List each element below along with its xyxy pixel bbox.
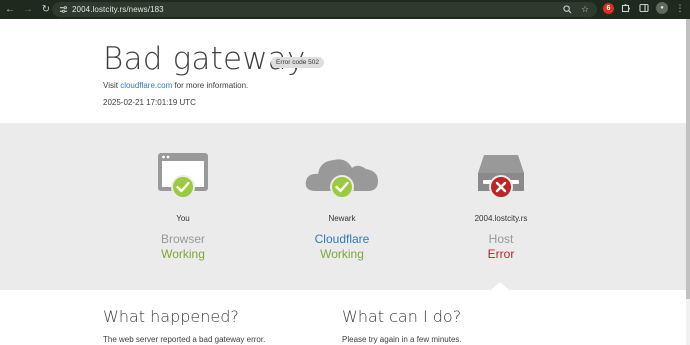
site-info-icon[interactable]: [56, 3, 70, 17]
visit-line: Visit cloudflare.com for more informatio…: [103, 81, 248, 90]
status-location: Newark: [328, 214, 356, 223]
visit-prefix: Visit: [103, 81, 121, 90]
forward-icon[interactable]: →: [20, 2, 36, 18]
what-can-i-do-text: Please try again in a few minutes.: [342, 335, 462, 344]
sidebar-icon[interactable]: [638, 2, 650, 14]
extension-badge-icon[interactable]: 6: [603, 2, 614, 14]
what-happened-text: The web server reported a bad gateway er…: [103, 335, 266, 344]
status-host: 2004.lostcity.rs Host Error: [421, 123, 581, 290]
back-icon[interactable]: ←: [2, 2, 18, 18]
error-header: Bad gateway Error code 502 Visit cloudfl…: [0, 19, 690, 123]
status-browser: You Browser Working: [103, 123, 263, 290]
status-state: Error: [487, 247, 515, 261]
address-bar[interactable]: 2004.lostcity.rs/news/183 ☆: [52, 2, 597, 17]
cloud-icon: [302, 151, 382, 206]
visit-suffix: for more information.: [172, 81, 249, 90]
status-kind: Host: [488, 232, 514, 246]
status-location: 2004.lostcity.rs: [474, 214, 528, 223]
what-can-i-do-heading: What can I do?: [342, 307, 462, 326]
cloudflare-link[interactable]: cloudflare.com: [120, 81, 172, 90]
profile-avatar[interactable]: ●: [656, 2, 668, 14]
error-timestamp: 2025-02-21 17:01:19 UTC: [103, 98, 196, 107]
status-cloudflare: Newark Cloudflare Working: [262, 123, 422, 290]
url-text[interactable]: 2004.lostcity.rs/news/183: [72, 5, 164, 14]
server-icon: [474, 151, 528, 206]
status-kind: Browser: [160, 232, 205, 246]
zoom-icon[interactable]: [561, 3, 573, 15]
status-location: You: [176, 214, 190, 223]
status-kind: Cloudflare: [314, 232, 370, 246]
error-code-badge: Error code 502: [271, 57, 324, 68]
status-band: You Browser Working Newark Cloudflare Wo…: [0, 123, 686, 290]
status-state: Working: [320, 247, 364, 261]
menu-kebab-icon[interactable]: ⋮: [674, 2, 686, 14]
scrollbar-thumb[interactable]: [686, 19, 690, 299]
extensions-puzzle-icon[interactable]: [620, 2, 632, 14]
bookmark-star-icon[interactable]: ☆: [579, 3, 591, 15]
error-pointer: [491, 282, 509, 290]
browser-toolbar: ← → ↻ 2004.lostcity.rs/news/183 ☆ 6 ● ⋮: [0, 0, 690, 19]
browser-icon: [156, 151, 210, 206]
what-happened-heading: What happened?: [103, 307, 239, 326]
status-state: Working: [161, 247, 205, 261]
